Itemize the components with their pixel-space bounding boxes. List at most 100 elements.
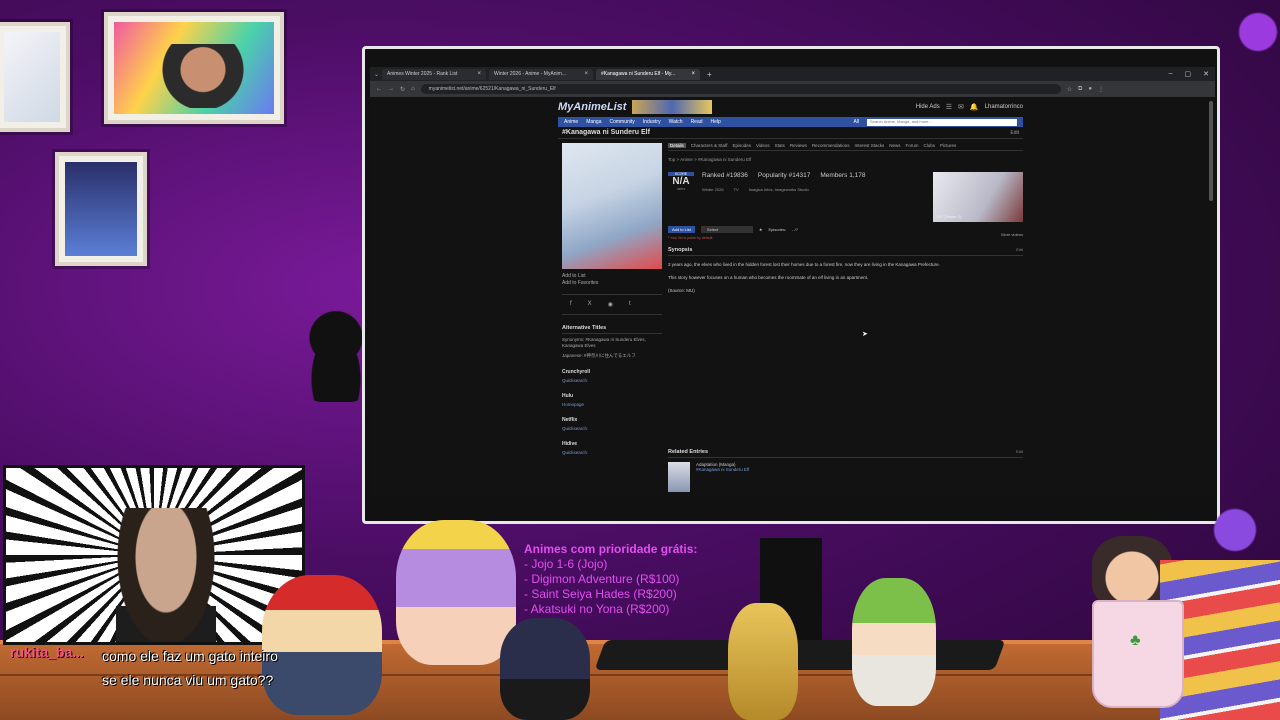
tumblr-icon[interactable]: t	[629, 301, 631, 308]
url-field[interactable]: myanimelist.net/anime/62521/Kanagawa_ni_…	[420, 84, 1061, 94]
page-viewport: MyAnimeList Hide Ads ☰ ✉ 🔔 Lhamatorrinco…	[370, 97, 1215, 497]
tab-videos[interactable]: Videos	[756, 143, 770, 148]
add-to-list-link[interactable]: Add to List	[562, 273, 662, 279]
tab-episodes[interactable]: Episodes	[732, 143, 751, 148]
anime-title: #Kanagawa ni Sunderu Elf	[562, 129, 650, 136]
crunchyroll-label[interactable]: Crunchyroll	[562, 369, 662, 375]
tab-forum[interactable]: Forum	[906, 143, 919, 148]
trailer-label: PV (Teaser 2)	[937, 214, 962, 219]
star-icon[interactable]: ★	[759, 227, 763, 232]
nav-manga[interactable]: Manga	[586, 119, 601, 125]
priority-item: - Akatsuki no Yona (R$200)	[524, 602, 670, 616]
add-to-favorites-link[interactable]: Add to Favorites	[562, 280, 662, 286]
episodes-label: Episodes:	[768, 227, 787, 232]
studios-link[interactable]: Imagica Infos, Imageworks Studio	[749, 187, 809, 192]
tab-news[interactable]: News	[889, 143, 900, 148]
streaming-item: Crunchyroll Quicksearch	[562, 369, 662, 383]
score-users: users	[676, 187, 686, 191]
forward-icon[interactable]: →	[388, 86, 394, 92]
nav-read[interactable]: Read	[691, 119, 703, 125]
hulu-label[interactable]: Hulu	[562, 393, 662, 399]
tab-reviews[interactable]: Reviews	[790, 143, 807, 148]
minimize-icon[interactable]: –	[1169, 70, 1173, 78]
mug: ♣	[1092, 600, 1184, 708]
breadcrumb[interactable]: Top > Anime > #Kanagawa ni Sunderu Elf	[668, 157, 1023, 162]
bookmark-star-icon[interactable]: ☆	[1067, 86, 1072, 93]
tab-stats[interactable]: Stats	[775, 143, 785, 148]
frame-art	[114, 22, 274, 114]
anime-poster[interactable]	[562, 143, 662, 269]
priority-item: - Jojo 1-6 (Jojo)	[524, 557, 608, 571]
menu-kebab-icon[interactable]: ⋮	[1098, 86, 1104, 93]
season-link[interactable]: Winter 2026	[702, 187, 724, 192]
bell-icon[interactable]: 🔔	[970, 103, 979, 111]
hulu-link[interactable]: Homepage	[562, 402, 662, 407]
mail-icon[interactable]: ✉	[958, 103, 964, 111]
close-tab-icon[interactable]: ×	[585, 71, 589, 77]
nav-help[interactable]: Help	[711, 119, 721, 125]
reddit-icon[interactable]: ◉	[608, 301, 613, 308]
page-scrollbar[interactable]	[1209, 101, 1213, 201]
browser-tab-active[interactable]: #Kanagawa ni Sunderu Elf - My... ×	[596, 68, 701, 80]
reload-icon[interactable]: ↻	[400, 86, 405, 93]
episodes-value[interactable]: - /?	[792, 227, 798, 232]
popularity-stat: Popularity #14317	[757, 172, 811, 179]
score-value: N/A	[672, 176, 690, 187]
mal-header: MyAnimeList Hide Ads ☰ ✉ 🔔 Lhamatorrinco	[558, 97, 1023, 117]
synopsis-header: Synopsis Edit	[668, 247, 1023, 256]
rank-row: Ranked #19836 Popularity #14317 Members …	[702, 172, 865, 179]
nav-community[interactable]: Community	[609, 119, 634, 125]
trailer-thumbnail[interactable]: PV (Teaser 2)	[933, 172, 1023, 222]
tab-pictures[interactable]: Pictures	[940, 143, 956, 148]
related-thumbnail[interactable]	[668, 462, 690, 492]
new-tab-icon[interactable]: +	[703, 70, 716, 79]
ranked-stat: Ranked #19836	[702, 172, 748, 179]
promo-banner[interactable]	[632, 100, 713, 114]
maximize-icon[interactable]: ▢	[1185, 70, 1192, 78]
close-window-icon[interactable]: ✕	[1203, 70, 1209, 78]
add-to-list-button[interactable]: Add to List	[668, 226, 695, 233]
close-tab-icon[interactable]: ×	[692, 71, 696, 77]
browser-tab[interactable]: Animes Winter 2025 - Rank List ×	[382, 68, 487, 80]
netflix-link[interactable]: Quicksearch	[562, 426, 662, 431]
username-menu[interactable]: Lhamatorrinco	[985, 104, 1023, 110]
profile-icon[interactable]: ●	[1088, 86, 1092, 92]
mal-logo[interactable]: MyAnimeList	[558, 101, 626, 113]
back-icon[interactable]: ←	[376, 86, 382, 92]
crunchyroll-link[interactable]: Quicksearch	[562, 378, 662, 383]
browser-tab[interactable]: Winter 2026 - Anime - MyAnim... ×	[489, 68, 594, 80]
netflix-label[interactable]: Netflix	[562, 417, 662, 423]
facebook-icon[interactable]: f	[570, 301, 572, 308]
corner-character	[1236, 10, 1280, 54]
tab-details[interactable]: Details	[668, 143, 686, 148]
mal-search-input[interactable]: Search Anime, Manga, and more...	[867, 118, 1017, 126]
edit-link[interactable]: Edit	[1010, 130, 1023, 136]
home-icon[interactable]: ⌂	[411, 86, 415, 92]
nav-anime[interactable]: Anime	[564, 119, 578, 125]
tab-clubs[interactable]: Clubs	[924, 143, 936, 148]
tab-characters[interactable]: Characters & Staff	[691, 143, 728, 148]
related-edit-link[interactable]: Edit	[1016, 449, 1023, 455]
extensions-icon[interactable]: ⧉	[1078, 86, 1082, 93]
x-icon[interactable]: X	[588, 301, 592, 308]
hidive-label[interactable]: Hidive	[562, 441, 662, 447]
synopsis-edit-link[interactable]: Edit	[1016, 247, 1023, 253]
address-bar: ← → ↻ ⌂ myanimelist.net/anime/62521/Kana…	[370, 81, 1215, 97]
alt-titles-header: Alternative Titles	[562, 325, 662, 334]
close-tab-icon[interactable]: ×	[478, 71, 482, 77]
type-link[interactable]: TV	[734, 187, 739, 192]
hide-ads-link[interactable]: Hide Ads	[916, 104, 940, 110]
tab-bar: ⌄ Animes Winter 2025 - Rank List × Winter…	[370, 67, 1215, 81]
list-icon[interactable]: ☰	[946, 103, 952, 111]
tab-interest-stacks[interactable]: Interest Stacks	[854, 143, 884, 148]
priority-list: Animes com prioridade grátis: - Jojo 1-6…	[524, 542, 697, 617]
status-select[interactable]: Select	[700, 226, 753, 233]
related-link[interactable]: #Kanagawa ni Sunderu Elf	[696, 467, 749, 472]
related-item[interactable]: Adaptation (Manga) #Kanagawa ni Sunderu …	[668, 462, 1023, 492]
tab-menu-icon[interactable]: ⌄	[374, 71, 379, 78]
nav-industry[interactable]: Industry	[643, 119, 661, 125]
nav-watch[interactable]: Watch	[669, 119, 683, 125]
search-scope[interactable]: All	[853, 119, 859, 125]
tab-recommendations[interactable]: Recommendations	[812, 143, 850, 148]
hidive-link[interactable]: Quicksearch	[562, 450, 662, 455]
